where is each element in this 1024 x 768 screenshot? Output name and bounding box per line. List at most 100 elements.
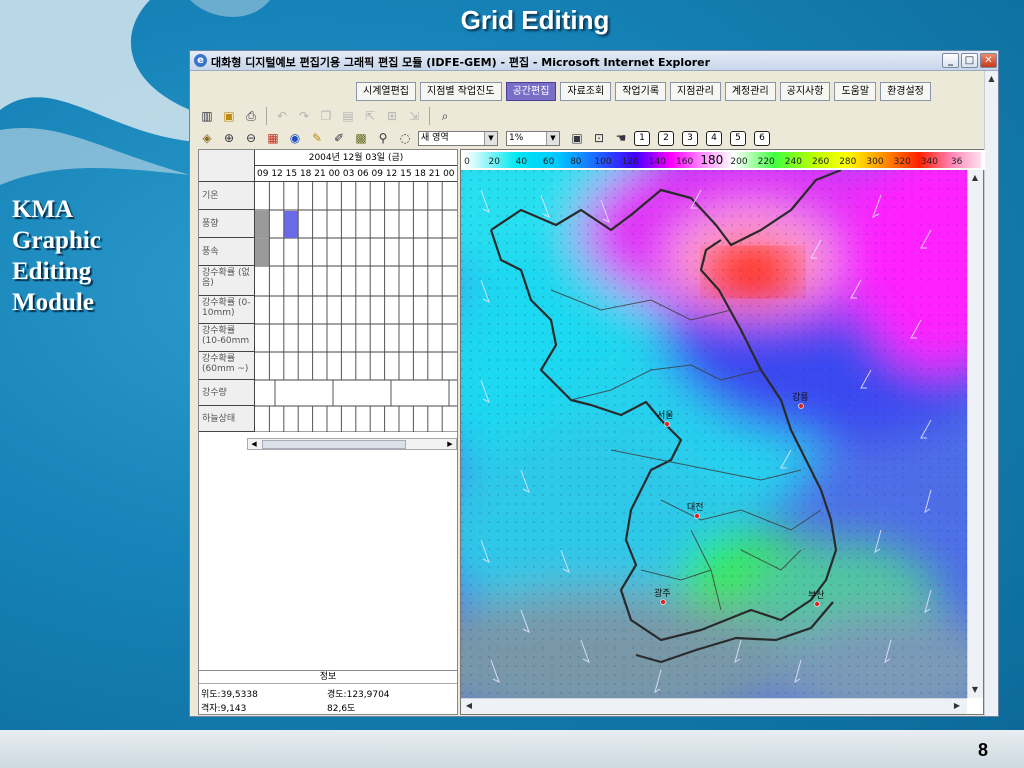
colorbar-tick-label: 160 — [676, 157, 693, 167]
slide-title: Grid Editing — [460, 5, 610, 35]
colorbar-tick-label: 80 — [570, 157, 582, 167]
colorbar-tick-label: 240 — [785, 157, 802, 167]
percent-select[interactable]: 1% ▼ — [506, 130, 560, 146]
layer-icon[interactable]: ◈ — [198, 129, 216, 147]
zoom-in-icon[interactable]: ⊕ — [220, 129, 238, 147]
color-scale-icon[interactable]: ▦ — [264, 129, 282, 147]
window-titlebar[interactable]: e 대화형 디지털예보 편집기용 그래픽 편집 모듈 (IDFE-GEM) - … — [190, 51, 998, 71]
fit-icon[interactable]: ▣ — [568, 129, 586, 147]
scroll-down-icon[interactable]: ▼ — [969, 684, 981, 696]
view-icon[interactable]: ◉ — [286, 129, 304, 147]
colorbar-tick-label: 280 — [839, 157, 856, 167]
row-label-wind-direction: 풍향 — [199, 210, 255, 238]
undo-icon[interactable]: ↶ — [273, 107, 291, 125]
copy-icon[interactable]: ❐ — [317, 107, 335, 125]
brush-icon[interactable]: ✐ — [330, 129, 348, 147]
chart-icon[interactable]: ▥ — [198, 107, 216, 125]
preset-button-3[interactable]: 3 — [682, 130, 698, 146]
toolbar-map: ◈ ⊕ ⊖ ▦ ◉ ✎ ✐ ▩ ⚲ ◌ 새 영역 ▼ 1% ▼ ▣ ⊡ ☚ 1 … — [198, 127, 778, 149]
preset-button-4[interactable]: 4 — [706, 130, 722, 146]
save-icon[interactable]: ▣ — [220, 107, 238, 125]
pan-icon[interactable]: ⌕ — [436, 107, 454, 125]
preset-button-5[interactable]: 5 — [730, 130, 746, 146]
colorbar-tick-label: 60 — [543, 157, 555, 167]
colorbar-tick-label: 100 — [594, 157, 611, 167]
minimize-button[interactable]: _ — [942, 53, 959, 68]
image-icon[interactable]: ▩ — [352, 129, 370, 147]
colorbar-tick-label: 340 — [921, 157, 938, 167]
frame-icon[interactable]: ⊡ — [590, 129, 608, 147]
scroll-up-icon[interactable]: ▲ — [969, 172, 981, 184]
map-horizontal-scrollbar[interactable]: ◀ ▶ — [461, 698, 967, 714]
row-label-temperature: 기온 — [199, 182, 255, 210]
preset-button-2[interactable]: 2 — [658, 130, 674, 146]
colorbar-tick-label: 300 — [866, 157, 883, 167]
tab-data-view[interactable]: 자료조회 — [560, 82, 612, 101]
timeseries-grid: 2004년 12월 03일 (금) 09 12 15 18 21 00 03 0… — [199, 150, 457, 438]
hand-icon[interactable]: ☚ — [612, 129, 630, 147]
print-icon[interactable]: ⎙ — [242, 107, 260, 125]
city-label-daejeon: 대전 — [687, 502, 704, 513]
side-title: KMA Graphic Editing Module — [12, 194, 101, 318]
tab-timeseries-edit[interactable]: 시계열편집 — [356, 82, 416, 101]
window-scrollbar[interactable]: ▲ — [984, 71, 998, 716]
tab-notice[interactable]: 공지사항 — [779, 82, 831, 101]
colorbar-tick-label: 180 — [700, 153, 723, 167]
info-grid: 격자:9,143 — [201, 704, 247, 714]
zoom-out-icon[interactable]: ⊖ — [242, 129, 260, 147]
chevron-down-icon: ▼ — [484, 131, 497, 145]
scroll-thumb[interactable] — [262, 440, 406, 449]
map-panel: 0 20 40 60 80 100 120 140 160 180 200 220 240 260 280 3… — [460, 149, 985, 715]
colorbar-tick-label: 40 — [516, 157, 528, 167]
region-select-value: 새 영역 — [421, 132, 449, 143]
scroll-left-icon[interactable]: ◀ — [463, 700, 475, 712]
slide-footer — [0, 730, 1024, 768]
tab-station-progress[interactable]: 지점별 작업진도 — [420, 82, 502, 101]
side-title-line: KMA — [12, 196, 74, 223]
toolbar-main: ▥ ▣ ⎙ ↶ ↷ ❐ ▤ ⇱ ⊞ ⇲ ⌕ — [198, 105, 458, 127]
colorbar-tick-label: 140 — [649, 157, 666, 167]
row-label-pop-0-10: 강수확률 (0-10mm) — [199, 296, 255, 324]
scroll-left-icon[interactable]: ◀ — [248, 439, 260, 449]
timeseries-cells[interactable] — [255, 182, 457, 432]
paste-icon[interactable]: ▤ — [339, 107, 357, 125]
scroll-up-icon[interactable]: ▲ — [986, 73, 997, 84]
timeseries-panel: 2004년 12월 03일 (금) 09 12 15 18 21 00 03 0… — [198, 149, 458, 715]
map-vertical-scrollbar[interactable]: ▲ ▼ — [967, 170, 983, 698]
grid-edit-icon[interactable]: ⊞ — [383, 107, 401, 125]
maximize-button[interactable]: □ — [961, 53, 978, 68]
tab-help[interactable]: 도움말 — [834, 82, 877, 101]
city-label-busan: 부산 — [808, 590, 825, 601]
city-label-seoul: 서울 — [657, 410, 674, 421]
redo-icon[interactable]: ↷ — [295, 107, 313, 125]
row-label-pop-10-60: 강수확률 (10-60mm — [199, 324, 255, 352]
pencil-icon[interactable]: ✎ — [308, 129, 326, 147]
timeseries-scrollbar[interactable]: ◀ ▶ — [247, 438, 457, 450]
lasso-icon[interactable]: ◌ — [396, 129, 414, 147]
tab-settings[interactable]: 환경설정 — [880, 82, 931, 101]
close-button[interactable]: ✕ — [980, 53, 997, 68]
tab-spatial-edit[interactable]: 공간편집 — [505, 82, 557, 101]
scroll-right-icon[interactable]: ▶ — [951, 700, 963, 712]
info-longitude: 경도:123,9704 — [327, 690, 390, 700]
grid-up-icon[interactable]: ⇱ — [361, 107, 379, 125]
colorbar-tick-label: 0 — [464, 157, 470, 167]
region-select[interactable]: 새 영역 ▼ — [418, 130, 498, 146]
toolbar-separator — [266, 107, 267, 125]
tab-station-manage[interactable]: 지점관리 — [670, 82, 721, 101]
info-value: 82,6도 — [327, 704, 356, 714]
row-label-precipitation: 강수량 — [199, 380, 255, 406]
weather-map[interactable]: 서울 강릉 대전 광주 부산 — [461, 170, 967, 698]
tab-account-manage[interactable]: 계정관리 — [724, 82, 776, 101]
preset-button-1[interactable]: 1 — [634, 130, 650, 146]
side-title-line: Editing — [12, 258, 92, 285]
scroll-right-icon[interactable]: ▶ — [444, 439, 456, 449]
tab-work-log[interactable]: 작업기록 — [615, 82, 667, 101]
city-label-gangneung: 강릉 — [792, 392, 809, 403]
row-label-pop-60: 강수확률 (60mm ~) — [199, 352, 255, 380]
search-icon[interactable]: ⚲ — [374, 129, 392, 147]
preset-button-6[interactable]: 6 — [754, 130, 770, 146]
grid-down-icon[interactable]: ⇲ — [405, 107, 423, 125]
row-label-wind-speed: 풍속 — [199, 238, 255, 266]
colorbar-tick-label: 200 — [730, 157, 747, 167]
